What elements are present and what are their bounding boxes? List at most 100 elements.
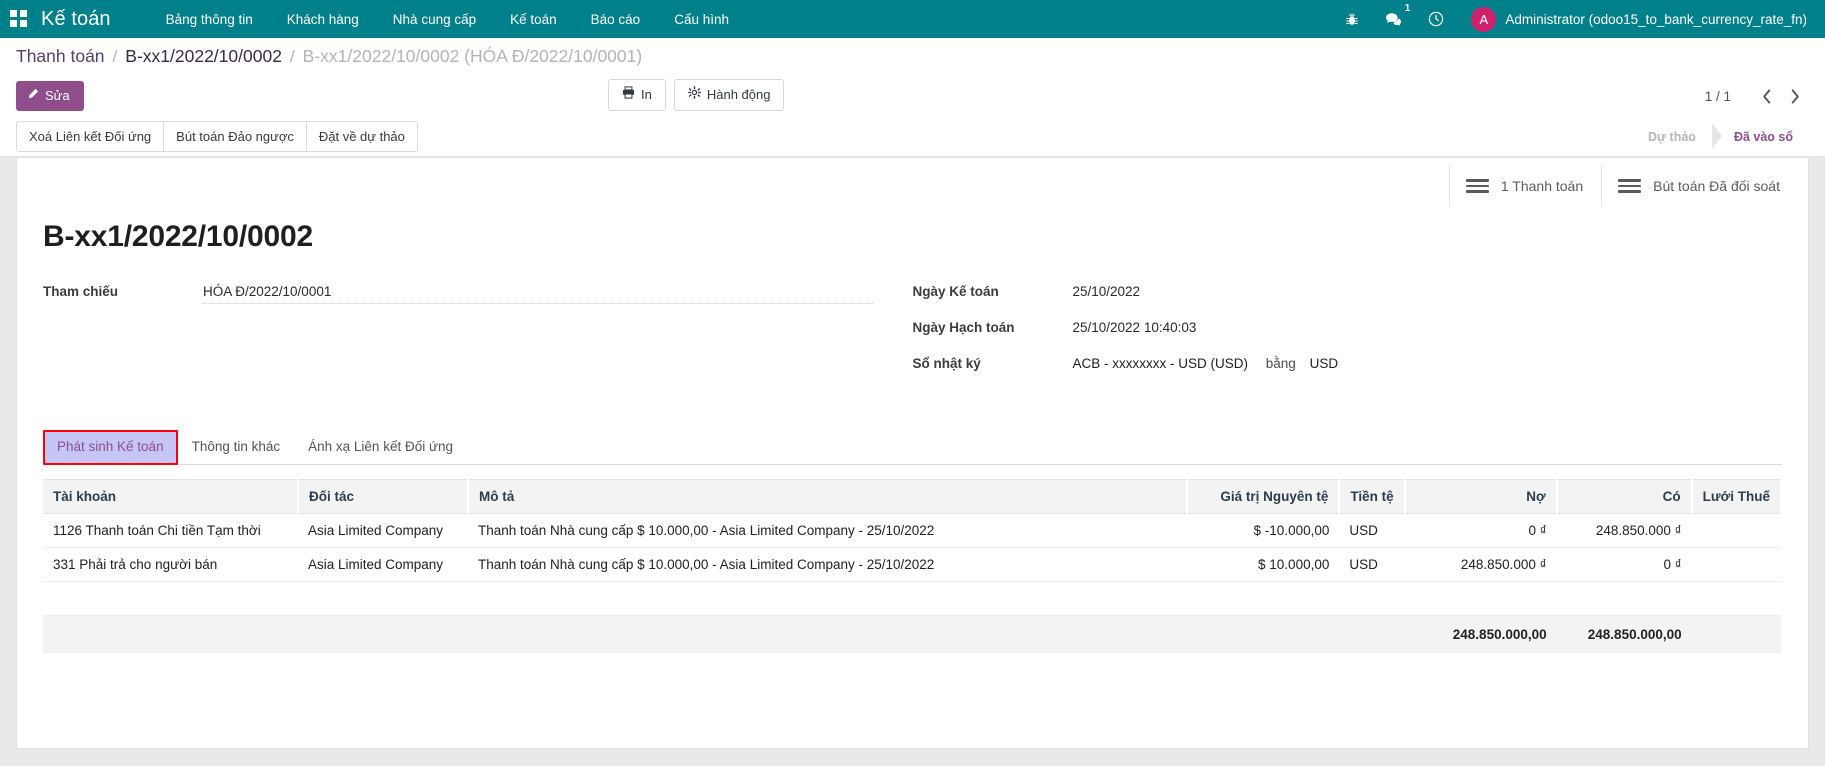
page-title: B-xx1/2022/10/0002 — [17, 210, 1808, 254]
field-journal-currency[interactable]: USD — [1310, 356, 1339, 371]
table-row[interactable]: 331 Phải trả cho người bán Asia Limited … — [43, 548, 1781, 582]
list-lines-icon — [1618, 179, 1641, 193]
notebook-tabs: Phát sinh Kế toán Thông tin khác Ánh xạ … — [43, 430, 1782, 465]
field-reference: Tham chiếu HÓA Đ/2022/10/0001 — [43, 282, 873, 306]
bug-icon[interactable] — [1332, 0, 1372, 38]
breadcrumb-root[interactable]: Thanh toán — [16, 46, 105, 67]
field-posting-datetime-value[interactable]: 25/10/2022 10:40:03 — [1073, 320, 1743, 336]
breadcrumb-second[interactable]: B-xx1/2022/10/0002 — [125, 46, 282, 67]
cell-tax-grid — [1692, 514, 1781, 548]
activities-clock-icon[interactable] — [1415, 0, 1457, 38]
cell-amount-currency: $ 10.000,00 — [1187, 548, 1339, 582]
column-header-amount-currency[interactable]: Giá trị Nguyên tệ — [1187, 480, 1339, 514]
table-header-row: Tài khoản Đối tác Mô tả Giá trị Nguyên t… — [43, 480, 1781, 514]
control-panel-actions: In — [608, 79, 784, 111]
tab-other-info[interactable]: Thông tin khác — [178, 430, 295, 465]
cell-partner: Asia Limited Company — [298, 548, 468, 582]
top-navbar: Kế toán Bảng thông tin Khách hàng Nhà cu… — [0, 0, 1825, 38]
breadcrumb: Thanh toán / B-xx1/2022/10/0002 / B-xx1/… — [0, 38, 1825, 75]
column-header-account[interactable]: Tài khoản — [43, 480, 298, 514]
action-button[interactable]: Hành động — [674, 79, 785, 111]
total-debit: 248.850.000,00 — [1405, 616, 1557, 654]
menu-customers[interactable]: Khách hàng — [270, 3, 376, 36]
field-accounting-date: Ngày Kế toán 25/10/2022 — [913, 282, 1743, 306]
journal-items-table: Tài khoản Đối tác Mô tả Giá trị Nguyên t… — [43, 479, 1782, 653]
total-credit: 248.850.000,00 — [1557, 616, 1692, 654]
avatar[interactable]: A — [1471, 7, 1496, 32]
table-body: 1126 Thanh toán Chi tiền Tạm thời Asia L… — [43, 514, 1781, 616]
remove-reconciliation-button[interactable]: Xoá Liên kết Đối ứng — [16, 121, 163, 153]
breadcrumb-separator: / — [290, 47, 295, 67]
messages-icon[interactable]: 1 — [1372, 0, 1415, 38]
tab-reconciliation-mapping[interactable]: Ánh xạ Liên kết Đối ứng — [294, 430, 467, 465]
action-button-label: Hành động — [707, 86, 771, 104]
table-footer: 248.850.000,00 248.850.000,00 — [43, 616, 1781, 654]
cell-account: 1126 Thanh toán Chi tiền Tạm thời — [43, 514, 298, 548]
column-header-partner[interactable]: Đối tác — [298, 480, 468, 514]
status-step-draft[interactable]: Dự thảo — [1626, 123, 1712, 150]
reset-to-draft-button[interactable]: Đặt về dự thảo — [306, 121, 418, 153]
column-header-tax-grid[interactable]: Lưới Thuế — [1692, 480, 1781, 514]
form-fields: Tham chiếu HÓA Đ/2022/10/0001 Ngày Kế to… — [17, 254, 1808, 390]
cell-debit: 248.850.000 ₫ — [1405, 548, 1557, 582]
cell-account: 331 Phải trả cho người bán — [43, 548, 298, 582]
printer-icon — [622, 86, 635, 104]
navbar-right: 1 A Administrator (odoo15_to_bank_curren… — [1332, 0, 1811, 38]
field-journal-connector: bằng — [1252, 356, 1306, 371]
print-button[interactable]: In — [608, 79, 666, 111]
smart-button-reconciled-entries-label: Bút toán Đã đối soát — [1653, 178, 1780, 194]
app-brand[interactable]: Kế toán — [41, 8, 111, 31]
edit-button-label: Sửa — [45, 88, 70, 105]
table-row[interactable]: 1126 Thanh toán Chi tiền Tạm thời Asia L… — [43, 514, 1781, 548]
cell-description: Thanh toán Nhà cung cấp $ 10.000,00 - As… — [468, 514, 1187, 548]
user-menu[interactable]: Administrator (odoo15_to_bank_currency_r… — [1505, 12, 1811, 27]
statusbar-row: Xoá Liên kết Đối ứng Bút toán Đảo ngược … — [0, 117, 1825, 157]
breadcrumb-separator: / — [113, 47, 118, 67]
status-step-posted[interactable]: Đã vào sổ — [1712, 123, 1809, 150]
menu-accounting[interactable]: Kế toán — [493, 3, 574, 36]
cell-currency: USD — [1339, 514, 1404, 548]
menu-vendors[interactable]: Nhà cung cấp — [376, 3, 493, 36]
form-column-left: Tham chiếu HÓA Đ/2022/10/0001 — [43, 282, 913, 390]
cell-tax-grid — [1692, 548, 1781, 582]
field-posting-datetime: Ngày Hạch toán 25/10/2022 10:40:03 — [913, 318, 1743, 342]
smart-button-payments[interactable]: 1 Thanh toán — [1449, 166, 1601, 206]
cell-currency: USD — [1339, 548, 1404, 582]
cell-credit: 248.850.000 ₫ — [1557, 514, 1692, 548]
cell-amount-currency: $ -10.000,00 — [1187, 514, 1339, 548]
chevron-left-icon[interactable] — [1753, 82, 1781, 110]
form-column-right: Ngày Kế toán 25/10/2022 Ngày Hạch toán 2… — [913, 282, 1783, 390]
messages-badge: 1 — [1405, 4, 1411, 14]
tab-journal-items[interactable]: Phát sinh Kế toán — [43, 430, 178, 465]
column-header-currency[interactable]: Tiền tệ — [1339, 480, 1404, 514]
form-sheet: 1 Thanh toán Bút toán Đã đối soát B-xx1/… — [16, 157, 1809, 749]
menu-dashboard[interactable]: Bảng thông tin — [149, 3, 270, 36]
list-lines-icon — [1466, 179, 1489, 193]
column-header-description[interactable]: Mô tả — [468, 480, 1187, 514]
reverse-entry-button[interactable]: Bút toán Đảo ngược — [163, 121, 306, 153]
smart-button-payments-label: 1 Thanh toán — [1501, 178, 1583, 194]
menu-reporting[interactable]: Báo cáo — [574, 3, 658, 36]
field-accounting-date-value[interactable]: 25/10/2022 — [1073, 284, 1743, 300]
pager: 1 / 1 — [1705, 82, 1809, 110]
pencil-icon — [27, 88, 39, 105]
cell-description: Thanh toán Nhà cung cấp $ 10.000,00 - As… — [468, 548, 1187, 582]
field-journal-value[interactable]: ACB - xxxxxxxx - USD (USD) — [1073, 356, 1249, 371]
chevron-right-icon[interactable] — [1781, 82, 1809, 110]
edit-button[interactable]: Sửa — [16, 81, 84, 112]
form-background: 1 Thanh toán Bút toán Đã đối soát B-xx1/… — [0, 157, 1825, 766]
control-panel: Sửa In — [0, 75, 1825, 117]
pager-count: 1 / 1 — [1705, 89, 1753, 104]
cell-debit: 0 ₫ — [1405, 514, 1557, 548]
apps-grid-icon[interactable] — [10, 10, 28, 28]
field-accounting-date-label: Ngày Kế toán — [913, 282, 1073, 299]
column-header-credit[interactable]: Có — [1557, 480, 1692, 514]
field-reference-value[interactable]: HÓA Đ/2022/10/0001 — [203, 284, 873, 304]
table-row-empty[interactable] — [43, 582, 1781, 616]
menu-configuration[interactable]: Cấu hình — [657, 3, 746, 36]
smart-button-reconciled-entries[interactable]: Bút toán Đã đối soát — [1601, 166, 1798, 206]
field-posting-datetime-label: Ngày Hạch toán — [913, 318, 1073, 335]
column-header-debit[interactable]: Nợ — [1405, 480, 1557, 514]
field-journal-label: Sổ nhật ký — [913, 354, 1073, 371]
cell-partner: Asia Limited Company — [298, 514, 468, 548]
